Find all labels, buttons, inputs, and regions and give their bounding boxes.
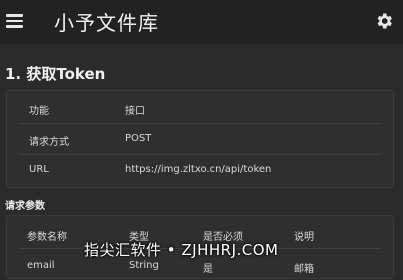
column-header: 说明 [294,232,314,243]
params-title: 请求参数 [5,201,45,212]
app-bar: 小予文件库 [0,0,403,44]
table-cell: String [129,260,159,271]
info-key: 功能 [29,106,49,117]
info-row-function: 功能 接口 [19,93,381,124]
info-row-method: 请求方式 POST [19,124,381,155]
api-info-card: 功能 接口 请求方式 POST URL https://img.zltxo.cn… [6,90,394,188]
section-title: 1. 获取Token [5,65,106,83]
app-title: 小予文件库 [54,11,159,35]
table-cell: 是 [203,264,213,275]
gear-icon[interactable] [374,11,394,31]
menu-icon[interactable] [6,12,23,29]
watermark: 指尖汇软件 • ZJHHRJ.COM [84,241,279,259]
info-key: URL [29,164,49,175]
column-header: 参数名称 [27,232,67,243]
table-cell: 邮箱 [294,264,314,275]
table-cell: email [27,260,55,271]
info-row-url: URL https://img.zltxo.cn/api/token [19,155,381,185]
info-key: 请求方式 [29,137,69,148]
info-value: 接口 [125,106,145,117]
info-value-url[interactable]: https://img.zltxo.cn/api/token [125,164,271,175]
info-value: POST [125,133,152,144]
